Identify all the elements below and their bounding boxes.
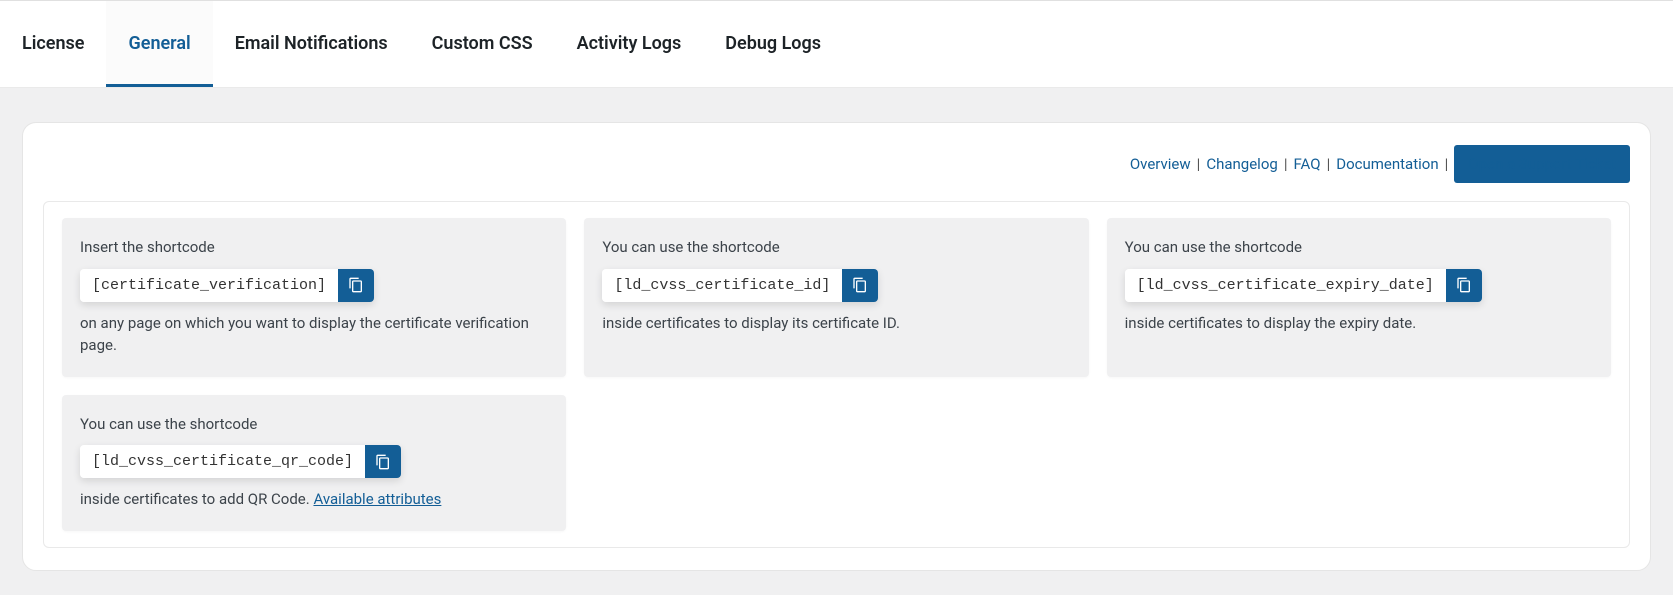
copy-icon[interactable] bbox=[842, 269, 878, 302]
shortcode-card: Insert the shortcode [certificate_verific… bbox=[62, 218, 566, 377]
card-outro: inside certificates to display the expir… bbox=[1125, 312, 1593, 335]
card-outro-text: inside certificates to display the expir… bbox=[1125, 314, 1417, 332]
card-outro: inside certificates to display its certi… bbox=[602, 312, 1070, 335]
main-panel: Overview | Changelog | FAQ | Documentati… bbox=[22, 122, 1651, 571]
shortcode-row: [ld_cvss_certificate_id] bbox=[602, 269, 878, 302]
open-support-ticket-button[interactable]: Open a Support Ticket bbox=[1454, 145, 1630, 183]
separator: | bbox=[1327, 155, 1331, 173]
card-intro: You can use the shortcode bbox=[1125, 236, 1593, 259]
shortcode-row: [ld_cvss_certificate_qr_code] bbox=[80, 445, 401, 478]
shortcode-card: You can use the shortcode [ld_cvss_certif… bbox=[62, 395, 566, 531]
shortcode-text: [ld_cvss_certificate_qr_code] bbox=[80, 445, 365, 478]
toolbar-link-faq[interactable]: FAQ bbox=[1293, 155, 1320, 173]
page-container: Overview | Changelog | FAQ | Documentati… bbox=[0, 88, 1673, 593]
available-attributes-link[interactable]: Available attributes bbox=[313, 490, 441, 508]
tab-custom-css[interactable]: Custom CSS bbox=[410, 1, 555, 87]
tab-license[interactable]: License bbox=[0, 1, 106, 87]
separator: | bbox=[1197, 155, 1201, 173]
tab-general[interactable]: General bbox=[106, 1, 212, 87]
separator: | bbox=[1284, 155, 1288, 173]
shortcode-card: You can use the shortcode [ld_cvss_certif… bbox=[584, 218, 1088, 377]
shortcode-text: [ld_cvss_certificate_id] bbox=[602, 269, 842, 302]
card-intro: You can use the shortcode bbox=[602, 236, 1070, 259]
copy-icon[interactable] bbox=[1446, 269, 1482, 302]
settings-tabs: LicenseGeneralEmail NotificationsCustom … bbox=[0, 0, 1673, 88]
help-toolbar: Overview | Changelog | FAQ | Documentati… bbox=[43, 141, 1630, 201]
card-outro: on any page on which you want to display… bbox=[80, 312, 548, 357]
shortcode-cards: Insert the shortcode [certificate_verific… bbox=[43, 201, 1630, 548]
shortcode-text: [certificate_verification] bbox=[80, 269, 338, 302]
card-intro: You can use the shortcode bbox=[80, 413, 548, 436]
shortcode-row: [ld_cvss_certificate_expiry_date] bbox=[1125, 269, 1482, 302]
toolbar-link-documentation[interactable]: Documentation bbox=[1336, 155, 1438, 173]
card-outro: inside certificates to add QR Code. Avai… bbox=[80, 488, 548, 511]
tab-email-notifications[interactable]: Email Notifications bbox=[213, 1, 410, 87]
tab-debug-logs[interactable]: Debug Logs bbox=[703, 1, 843, 87]
card-outro-text: inside certificates to add QR Code. bbox=[80, 490, 313, 508]
copy-icon[interactable] bbox=[365, 445, 401, 478]
toolbar-link-changelog[interactable]: Changelog bbox=[1206, 155, 1277, 173]
card-outro-text: on any page on which you want to display… bbox=[80, 314, 529, 355]
toolbar-link-overview[interactable]: Overview bbox=[1130, 155, 1191, 173]
shortcode-text: [ld_cvss_certificate_expiry_date] bbox=[1125, 269, 1446, 302]
separator: | bbox=[1445, 155, 1449, 173]
shortcode-row: [certificate_verification] bbox=[80, 269, 374, 302]
card-outro-text: inside certificates to display its certi… bbox=[602, 314, 900, 332]
shortcode-card: You can use the shortcode [ld_cvss_certif… bbox=[1107, 218, 1611, 377]
tab-activity-logs[interactable]: Activity Logs bbox=[555, 1, 704, 87]
card-intro: Insert the shortcode bbox=[80, 236, 548, 259]
copy-icon[interactable] bbox=[338, 269, 374, 302]
